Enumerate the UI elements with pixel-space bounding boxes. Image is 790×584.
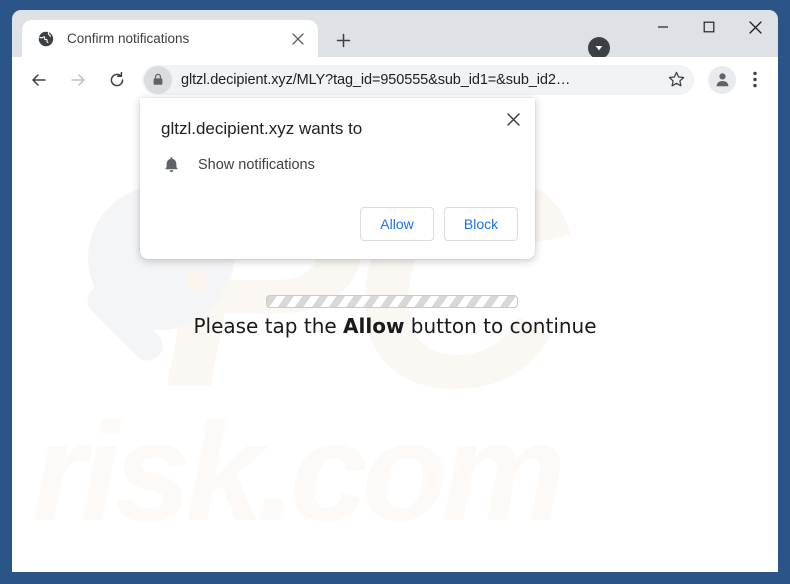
watermark-brand-bottom: risk.com bbox=[32, 393, 566, 550]
block-button[interactable]: Block bbox=[444, 207, 518, 241]
window-close-button[interactable] bbox=[732, 10, 778, 44]
message-prefix: Please tap the bbox=[193, 314, 344, 338]
new-tab-button[interactable] bbox=[330, 27, 356, 53]
allow-button[interactable]: Allow bbox=[360, 207, 434, 241]
star-icon[interactable] bbox=[662, 66, 690, 94]
tap-allow-message: Please tap the Allow button to continue bbox=[12, 314, 778, 338]
permission-label: Show notifications bbox=[198, 157, 315, 173]
notification-permission-dialog: gltzl.decipient.xyz wants to Show notifi… bbox=[140, 98, 535, 259]
close-icon[interactable] bbox=[500, 106, 526, 132]
url-text: gltzl.decipient.xyz/MLY?tag_id=950555&su… bbox=[181, 71, 571, 88]
tab-close-icon[interactable] bbox=[286, 27, 310, 51]
profile-avatar-icon[interactable] bbox=[708, 65, 736, 94]
striped-progress-bar bbox=[266, 295, 518, 308]
dialog-heading: gltzl.decipient.xyz wants to bbox=[161, 119, 363, 138]
window-minimize-button[interactable] bbox=[640, 10, 686, 44]
tab-strip: Confirm notifications bbox=[12, 10, 778, 59]
dialog-actions: Allow Block bbox=[360, 207, 518, 241]
chevron-down-circle-icon[interactable] bbox=[588, 37, 610, 59]
address-bar[interactable]: gltzl.decipient.xyz/MLY?tag_id=950555&su… bbox=[142, 64, 694, 95]
tab-confirm-notifications[interactable]: Confirm notifications bbox=[22, 20, 318, 57]
permission-row: Show notifications bbox=[161, 155, 315, 175]
tab-title: Confirm notifications bbox=[67, 31, 190, 46]
browser-window-frame: Confirm notifications gltzl.decipient.xy… bbox=[0, 0, 790, 584]
back-arrow-icon[interactable] bbox=[24, 65, 54, 95]
globe-icon bbox=[37, 30, 54, 47]
three-dots-menu-icon[interactable] bbox=[742, 65, 768, 95]
browser-toolbar: gltzl.decipient.xyz/MLY?tag_id=950555&su… bbox=[12, 57, 778, 102]
bell-icon bbox=[161, 155, 181, 175]
lock-icon[interactable] bbox=[144, 65, 172, 94]
forward-arrow-icon bbox=[63, 65, 93, 95]
message-emphasis: Allow bbox=[343, 314, 405, 338]
window-maximize-button[interactable] bbox=[686, 10, 732, 44]
message-suffix: button to continue bbox=[404, 314, 597, 338]
window-caption-controls bbox=[640, 10, 778, 57]
reload-icon[interactable] bbox=[102, 65, 132, 95]
